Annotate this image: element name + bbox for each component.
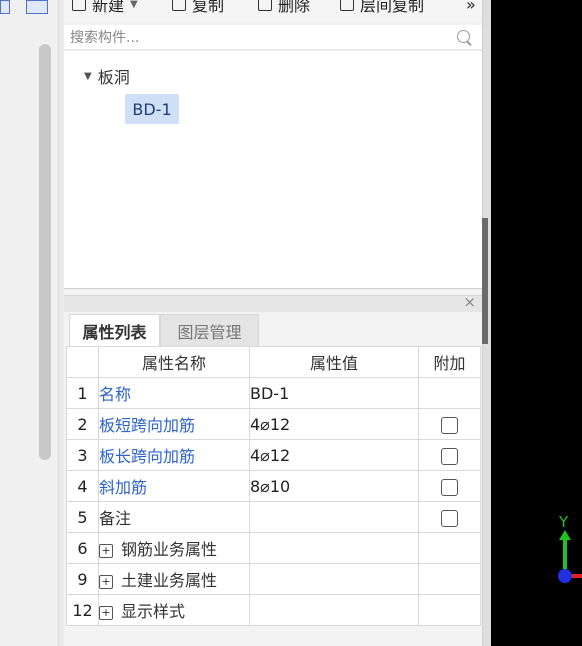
tree-group-row[interactable]: ▼ 板洞 <box>84 64 130 88</box>
property-value[interactable]: 4⌀12 <box>249 408 419 440</box>
table-row[interactable]: 4 斜加筋 8⌀10 <box>66 470 481 502</box>
tab-property-list[interactable]: 属性列表 <box>69 314 160 347</box>
property-name-cell: 斜加筋 <box>98 470 250 502</box>
extra-checkbox[interactable] <box>441 447 458 465</box>
row-number: 12 <box>66 594 99 626</box>
floor-copy-button[interactable]: 层间复制 <box>340 0 424 15</box>
table-footer <box>66 632 480 646</box>
extra-cell <box>418 563 481 595</box>
property-name: 土建业务属性 <box>121 571 218 590</box>
property-value[interactable] <box>249 532 419 564</box>
property-value[interactable] <box>249 594 419 626</box>
search-bar <box>64 25 482 50</box>
property-value[interactable]: 8⌀10 <box>249 470 419 502</box>
tab-layer-management[interactable]: 图层管理 <box>160 314 259 348</box>
property-name-cell: + 土建业务属性 <box>98 563 250 595</box>
extra-cell <box>418 439 481 471</box>
row-number: 9 <box>66 563 99 595</box>
extra-cell <box>418 501 481 533</box>
search-icon[interactable] <box>457 30 470 43</box>
property-value[interactable] <box>249 501 419 533</box>
property-name-cell: + 钢筋业务属性 <box>98 532 250 564</box>
property-value[interactable]: BD-1 <box>249 377 419 409</box>
property-tabs: 属性列表 图层管理 <box>64 312 482 348</box>
property-name-cell: 备注 <box>98 501 250 533</box>
toolbar: 新建 ▼ 复制 删除 层间复制 » <box>64 0 482 22</box>
table-row[interactable]: 9 + 土建业务属性 <box>66 563 481 595</box>
column-header-value: 属性值 <box>249 346 419 378</box>
axis-gizmo: Y <box>558 513 582 583</box>
extra-checkbox[interactable] <box>441 478 458 496</box>
new-button[interactable]: 新建 ▼ <box>72 0 138 15</box>
axis-origin <box>558 569 572 583</box>
property-value[interactable]: 4⌀12 <box>249 439 419 471</box>
expand-plus-icon[interactable]: + <box>99 543 113 558</box>
row-number: 4 <box>66 470 99 502</box>
axis-y-arrow-icon <box>559 530 571 540</box>
extra-cell <box>418 594 481 626</box>
table-row[interactable]: 12 + 显示样式 <box>66 594 481 626</box>
tree-item-selected[interactable]: BD-1 <box>125 94 179 124</box>
extra-cell <box>418 408 481 440</box>
property-name: 备注 <box>99 509 132 528</box>
left-panel <box>0 0 58 646</box>
property-name-cell: 板短跨向加筋 <box>98 408 250 440</box>
search-input[interactable] <box>68 27 452 49</box>
column-header-extra: 附加 <box>418 346 481 378</box>
property-name: 显示样式 <box>121 602 186 621</box>
left-scrollbar[interactable] <box>39 44 51 460</box>
expand-plus-icon[interactable]: + <box>99 605 113 620</box>
property-name: 钢筋业务属性 <box>121 540 218 559</box>
table-row[interactable]: 3 板长跨向加筋 4⌀12 <box>66 439 481 471</box>
row-number: 5 <box>66 501 99 533</box>
copy-button[interactable]: 复制 <box>172 0 224 15</box>
column-header-name: 属性名称 <box>98 346 250 378</box>
floor-copy-icon <box>340 0 354 11</box>
trash-icon <box>258 0 272 11</box>
chevron-down-icon[interactable]: ▼ <box>130 0 138 10</box>
table-row[interactable]: 1 名称 BD-1 <box>66 377 481 409</box>
extra-cell <box>418 532 481 564</box>
table-header-row: 属性名称 属性值 附加 <box>66 346 481 378</box>
axis-y-label: Y <box>558 513 569 531</box>
row-number: 2 <box>66 408 99 440</box>
caret-down-icon[interactable]: ▼ <box>84 71 92 82</box>
splitter-handle[interactable] <box>482 218 488 344</box>
table-row[interactable]: 5 备注 <box>66 501 481 533</box>
extra-checkbox[interactable] <box>441 416 458 434</box>
extra-cell <box>418 377 481 409</box>
property-value[interactable] <box>249 563 419 595</box>
property-name: 名称 <box>99 385 132 404</box>
more-button[interactable]: » <box>466 0 476 14</box>
row-number: 3 <box>66 439 99 471</box>
property-table-body: 1 名称 BD-1 2 板短跨向加筋 4⌀12 3 板长跨向加筋 4⌀12 4 斜加筋 8⌀10 5 备注… <box>66 377 481 626</box>
property-table: 属性名称 属性值 附加 1 名称 BD-1 2 板短跨向加筋 4⌀12 3 板长跨向加筋 4⌀1… <box>66 346 481 626</box>
extra-checkbox[interactable] <box>441 509 458 527</box>
property-name-cell: + 显示样式 <box>98 594 250 626</box>
tree-group-label: 板洞 <box>97 68 130 87</box>
close-icon[interactable]: × <box>463 293 476 311</box>
property-name: 斜加筋 <box>99 478 148 497</box>
property-name: 板短跨向加筋 <box>99 416 196 435</box>
copy-icon <box>172 0 186 11</box>
component-panel: 新建 ▼ 复制 删除 层间复制 » ▼ 板洞 BD-1 × 属性 <box>64 0 482 646</box>
left-tool-button-2[interactable] <box>26 0 48 14</box>
delete-button[interactable]: 删除 <box>258 0 310 15</box>
left-tool-button[interactable] <box>0 0 10 14</box>
property-name-cell: 名称 <box>98 377 250 409</box>
expand-plus-icon[interactable]: + <box>99 574 113 589</box>
property-name: 板长跨向加筋 <box>99 447 196 466</box>
table-row[interactable]: 2 板短跨向加筋 4⌀12 <box>66 408 481 440</box>
component-tree: ▼ 板洞 BD-1 <box>64 51 482 289</box>
new-icon <box>72 0 86 11</box>
row-number: 1 <box>66 377 99 409</box>
table-row[interactable]: 6 + 钢筋业务属性 <box>66 532 481 564</box>
row-number: 6 <box>66 532 99 564</box>
extra-cell <box>418 470 481 502</box>
property-name-cell: 板长跨向加筋 <box>98 439 250 471</box>
property-panel-header: × <box>64 293 482 312</box>
column-header-num <box>66 346 99 378</box>
